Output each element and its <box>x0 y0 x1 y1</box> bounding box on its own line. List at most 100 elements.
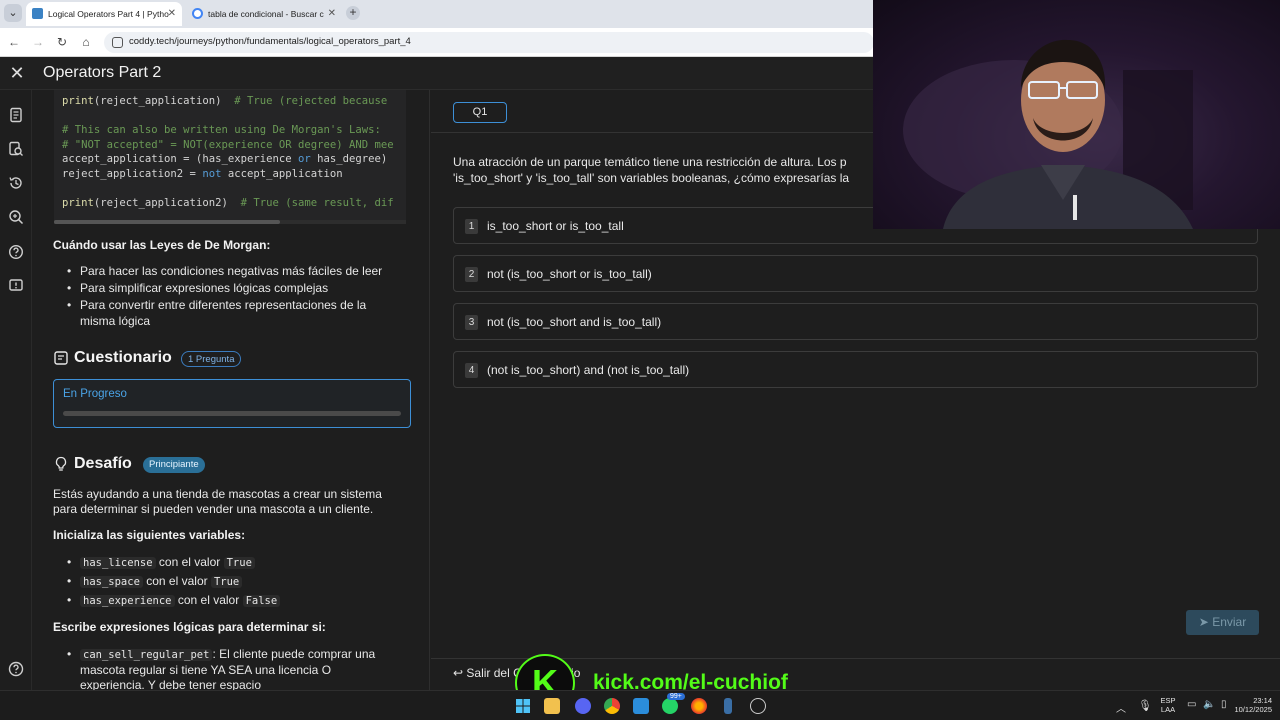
close-tab-icon[interactable]: ✕ <box>328 2 336 26</box>
variable-name: has_space <box>80 576 143 588</box>
app-icon[interactable] <box>750 698 766 714</box>
option-number: 4 <box>465 363 478 378</box>
list-item: Para simplificar expresiones lógicas com… <box>67 281 328 297</box>
close-lesson-icon[interactable]: ✕ <box>8 63 26 83</box>
variable-value: False <box>242 595 281 607</box>
difficulty-badge: Principiante <box>143 457 205 473</box>
send-icon: ➤ <box>1198 615 1209 629</box>
webcam-overlay <box>873 0 1280 229</box>
question-count-badge: 1 Pregunta <box>181 351 242 367</box>
variable-mid: con el valor <box>146 574 208 588</box>
streamer-image <box>903 39 1193 229</box>
zoom-icon[interactable] <box>8 209 24 225</box>
back-arrow-icon[interactable]: ← <box>6 34 22 50</box>
variable-mid: con el valor <box>158 555 221 569</box>
option-number: 1 <box>465 219 478 234</box>
search-document-icon[interactable] <box>8 141 24 157</box>
volume-icon[interactable]: 🔈 <box>1203 699 1215 710</box>
tab-title: Logical Operators Part 4 | Pytho <box>48 9 169 19</box>
reload-icon[interactable]: ↻ <box>54 34 70 50</box>
notification-badge: 99+ <box>667 693 685 700</box>
submit-button[interactable]: ➤ Enviar <box>1186 610 1259 635</box>
home-icon[interactable]: ⌂ <box>78 34 94 50</box>
quiz-title: Cuestionario <box>74 349 172 366</box>
history-icon[interactable] <box>8 175 24 191</box>
lightbulb-icon <box>55 456 67 471</box>
challenge-intro: Estás ayudando a una tienda de mascotas … <box>53 487 382 501</box>
help-icon[interactable] <box>8 244 24 260</box>
code-content: print(reject_application) # True (reject… <box>62 95 394 210</box>
code-block: print(reject_application) # True (reject… <box>54 90 406 224</box>
progress-bar <box>63 411 401 416</box>
close-tab-icon[interactable]: ✕ <box>168 2 176 26</box>
code-scrollbar[interactable] <box>54 220 406 224</box>
option-text: (not is_too_short) and (not is_too_tall) <box>487 363 690 377</box>
quiz-icon <box>54 351 68 365</box>
rule-item: can_sell_regular_pet: El cliente puede c… <box>67 647 375 664</box>
feedback-icon[interactable] <box>8 278 24 294</box>
challenge-intro: para determinar si pueden vender una mas… <box>53 502 374 516</box>
clock-time: 23:14 <box>1253 696 1272 705</box>
tab-search-button[interactable]: ⌄ <box>4 4 22 22</box>
back-arrow-icon: ↩ <box>453 666 464 680</box>
question-line: Una atracción de un parque temático tien… <box>453 155 847 169</box>
discord-icon[interactable] <box>575 698 591 714</box>
taskbar: 99+ ︿ 🎙 ESP LAA ▭ 🔈 ▯ 23:14 10/12/2025 <box>0 690 1280 720</box>
new-tab-button[interactable]: + <box>346 6 360 20</box>
variable-mid: con el valor <box>177 593 240 607</box>
address-bar[interactable]: coddy.tech/journeys/python/fundamentals/… <box>104 32 874 53</box>
browser-tab[interactable]: tabla de condicional - Buscar c ✕ <box>186 2 342 26</box>
lesson-panel: print(reject_application) # True (reject… <box>32 90 430 690</box>
variable-item: has_experience con el valor False <box>67 593 281 610</box>
option-number: 3 <box>465 315 478 330</box>
rule-text: mascota regular si tiene YA SEA una lice… <box>80 663 332 677</box>
python-icon[interactable] <box>724 698 732 714</box>
answer-option-4[interactable]: 4 (not is_too_short) and (not is_too_tal… <box>453 351 1258 388</box>
vscode-icon[interactable] <box>633 698 649 714</box>
rule-variable: can_sell_regular_pet <box>80 649 213 661</box>
list-item-continuation: misma lógica <box>80 314 151 328</box>
list-item: Para convertir entre diferentes represen… <box>67 298 366 314</box>
chrome-icon[interactable] <box>604 698 620 714</box>
language-code: ESP <box>1160 696 1176 705</box>
microphone-icon[interactable]: 🎙 <box>1138 699 1152 712</box>
help-circle-icon[interactable] <box>8 661 24 677</box>
clock[interactable]: 23:14 10/12/2025 <box>1224 696 1272 714</box>
init-heading: Inicializa las siguientes variables: <box>53 528 246 542</box>
side-rail <box>0 90 32 690</box>
answer-option-3[interactable]: 3 not (is_too_short and is_too_tall) <box>453 303 1258 340</box>
when-heading: Cuándo usar las Leyes de De Morgan: <box>53 238 271 252</box>
variable-item: has_space con el valor True <box>67 574 243 591</box>
variable-name: has_license <box>80 557 156 569</box>
language-indicator[interactable]: ESP LAA <box>1158 696 1178 714</box>
challenge-title: Desafío <box>74 455 132 472</box>
file-explorer-icon[interactable] <box>544 698 560 714</box>
variable-value: True <box>210 576 243 588</box>
page-title: Operators Part 2 <box>43 64 162 81</box>
progress-status: En Progreso <box>63 388 127 400</box>
question-tab[interactable]: Q1 <box>453 102 507 123</box>
tab-title: tabla de condicional - Buscar c <box>208 9 324 19</box>
variable-name: has_experience <box>80 595 175 607</box>
quiz-progress-card[interactable]: En Progreso <box>53 379 411 428</box>
whatsapp-icon[interactable] <box>662 698 678 714</box>
keyboard-layout: LAA <box>1160 705 1176 714</box>
windows-start-icon[interactable] <box>515 698 531 714</box>
lesson-icon[interactable] <box>8 107 24 123</box>
scrollbar-thumb[interactable] <box>54 220 280 224</box>
clock-date: 10/12/2025 <box>1234 705 1272 714</box>
tray-chevron-icon[interactable]: ︿ <box>1116 700 1126 715</box>
network-icon[interactable]: ▭ <box>1187 699 1196 710</box>
rule-text: experiencia. Y debe tener espacio <box>80 678 262 690</box>
option-text: not (is_too_short and is_too_tall) <box>487 315 662 329</box>
option-text: is_too_short or is_too_tall <box>487 219 624 233</box>
option-number: 2 <box>465 267 478 282</box>
variable-value: True <box>223 557 255 569</box>
forward-arrow-icon[interactable]: → <box>30 34 46 50</box>
google-favicon-icon <box>192 8 203 19</box>
site-info-icon[interactable] <box>112 37 123 48</box>
option-text: not (is_too_short or is_too_tall) <box>487 267 652 281</box>
answer-option-2[interactable]: 2 not (is_too_short or is_too_tall) <box>453 255 1258 292</box>
browser-tab-active[interactable]: Logical Operators Part 4 | Pytho ✕ <box>26 2 182 26</box>
firefox-icon[interactable] <box>691 698 707 714</box>
